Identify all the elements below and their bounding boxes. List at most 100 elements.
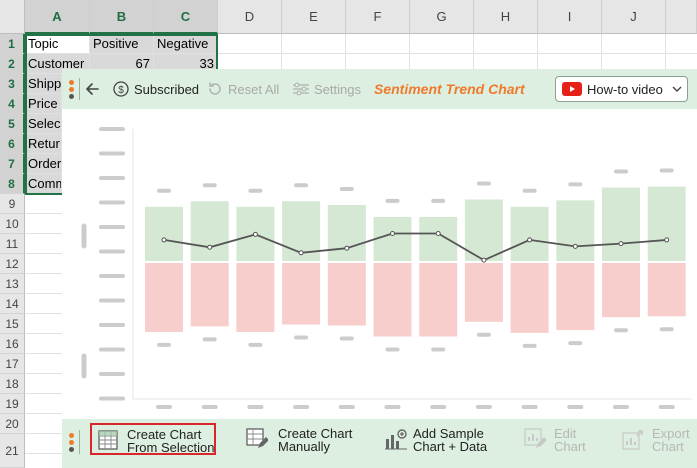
sentiment-chart: [81, 127, 692, 409]
trend-point: [161, 237, 167, 243]
positive-bar: [602, 187, 640, 261]
export-chart-icon: [622, 430, 643, 450]
column-header-k[interactable]: [666, 0, 697, 34]
negative-bar: [419, 263, 458, 337]
trend-point: [618, 241, 624, 247]
negative-bar: [464, 263, 503, 322]
column-header-f[interactable]: F: [346, 0, 410, 34]
row-header-19[interactable]: 19: [0, 394, 25, 414]
row-header-5[interactable]: 5: [0, 114, 25, 134]
column-header-a[interactable]: A: [25, 0, 90, 34]
drag-handle-dot[interactable]: [69, 94, 74, 99]
column-header-b[interactable]: B: [90, 0, 154, 34]
edit-chart-line2: Chart: [554, 439, 586, 454]
panel-bottom-bar: Create Chart From Selection Create Chart…: [62, 419, 697, 468]
sample-chart-icon: [385, 429, 407, 450]
trend-point: [664, 237, 670, 243]
drag-handle-dot[interactable]: [69, 433, 74, 438]
positive-bar: [419, 216, 458, 261]
create-chart-from-selection-button[interactable]: Create Chart From Selection: [90, 423, 216, 455]
positive-bar: [556, 200, 595, 261]
export-chart-line2: Chart: [652, 439, 684, 454]
row-header-21[interactable]: 21: [0, 434, 25, 468]
row-header-9[interactable]: 9: [0, 194, 25, 214]
panel-title: Sentiment Trend Chart: [374, 81, 525, 97]
trend-point: [390, 230, 395, 236]
drag-handle-dot[interactable]: [69, 447, 74, 452]
negative-bar: [145, 263, 183, 332]
drag-handle-dot[interactable]: [69, 87, 74, 92]
howto-video-dropdown[interactable]: How-to video: [555, 76, 688, 102]
positive-bar: [647, 186, 686, 261]
negative-bar: [510, 263, 549, 333]
panel-toolbar: $ Subscribed Reset All Settings Sentimen…: [62, 69, 697, 109]
subscribed-label[interactable]: Subscribed: [134, 82, 199, 97]
column-header-h[interactable]: H: [474, 0, 538, 34]
negative-bar: [373, 263, 412, 337]
row-header-13[interactable]: 13: [0, 274, 25, 294]
back-arrow-icon[interactable]: [84, 81, 100, 97]
negative-bar: [602, 263, 640, 318]
trend-point: [527, 237, 533, 243]
chevron-down-icon: [672, 86, 682, 92]
column-header-i[interactable]: I: [538, 0, 602, 34]
negative-bar: [556, 263, 595, 331]
row-header-1[interactable]: 1: [0, 34, 25, 54]
reset-all-button[interactable]: Reset All: [228, 82, 279, 97]
empty-cell-area[interactable]: [218, 34, 697, 69]
edit-chart-icon: [524, 428, 546, 448]
trend-point: [435, 230, 441, 236]
export-chart-button[interactable]: Export Chart: [622, 425, 697, 455]
trend-point: [207, 244, 213, 250]
sentiment-chart-panel: $ Subscribed Reset All Settings Sentimen…: [62, 69, 697, 468]
column-header-g[interactable]: G: [410, 0, 474, 34]
add-sample-line2: Chart + Data: [413, 439, 488, 454]
row-header-15[interactable]: 15: [0, 314, 25, 334]
row-header-4[interactable]: 4: [0, 94, 25, 114]
svg-text:$: $: [118, 85, 124, 96]
row-header-11[interactable]: 11: [0, 234, 25, 254]
trend-point: [344, 245, 350, 251]
reset-icon: [209, 82, 221, 95]
positive-bar: [510, 206, 549, 261]
howto-video-label: How-to video: [587, 82, 663, 97]
youtube-icon: [562, 82, 582, 96]
empty-cell-area-left[interactable]: [25, 194, 62, 468]
column-header-c[interactable]: C: [154, 0, 218, 34]
row-header-17[interactable]: 17: [0, 354, 25, 374]
trend-point: [481, 257, 487, 263]
negative-bar: [647, 263, 686, 317]
row-header-3[interactable]: 3: [0, 74, 25, 94]
negative-bar: [190, 263, 229, 327]
toolbar-divider: [79, 430, 80, 454]
drag-handle-dot[interactable]: [69, 440, 74, 445]
trend-point: [572, 243, 578, 249]
row-header-16[interactable]: 16: [0, 334, 25, 354]
create-from-selection-line2: From Selection: [127, 440, 215, 455]
row-header-8[interactable]: 8: [0, 174, 25, 194]
column-header-j[interactable]: J: [602, 0, 666, 34]
add-sample-chart-button[interactable]: Add Sample Chart + Data: [384, 425, 494, 455]
row-header-14[interactable]: 14: [0, 294, 25, 314]
edit-chart-button[interactable]: Edit Chart: [524, 425, 594, 455]
positive-bar: [190, 201, 229, 261]
row-header-20[interactable]: 20: [0, 414, 25, 434]
drag-handle-dot[interactable]: [69, 80, 74, 85]
positive-bar: [145, 206, 183, 261]
row-header-10[interactable]: 10: [0, 214, 25, 234]
row-header-6[interactable]: 6: [0, 134, 25, 154]
row-header-12[interactable]: 12: [0, 254, 25, 274]
row-header-18[interactable]: 18: [0, 374, 25, 394]
column-header-d[interactable]: D: [218, 0, 282, 34]
negative-bar: [282, 263, 321, 325]
column-header-e[interactable]: E: [282, 0, 346, 34]
settings-sliders-icon: [293, 82, 309, 96]
row-header-7[interactable]: 7: [0, 154, 25, 174]
create-manually-line2: Manually: [278, 439, 331, 454]
settings-button[interactable]: Settings: [314, 82, 361, 97]
create-chart-manually-button[interactable]: Create Chart Manually: [246, 425, 356, 455]
select-all-corner[interactable]: [0, 0, 25, 34]
row-header-2[interactable]: 2: [0, 54, 25, 74]
negative-bar: [236, 263, 275, 332]
table-edit-icon: [246, 428, 268, 448]
